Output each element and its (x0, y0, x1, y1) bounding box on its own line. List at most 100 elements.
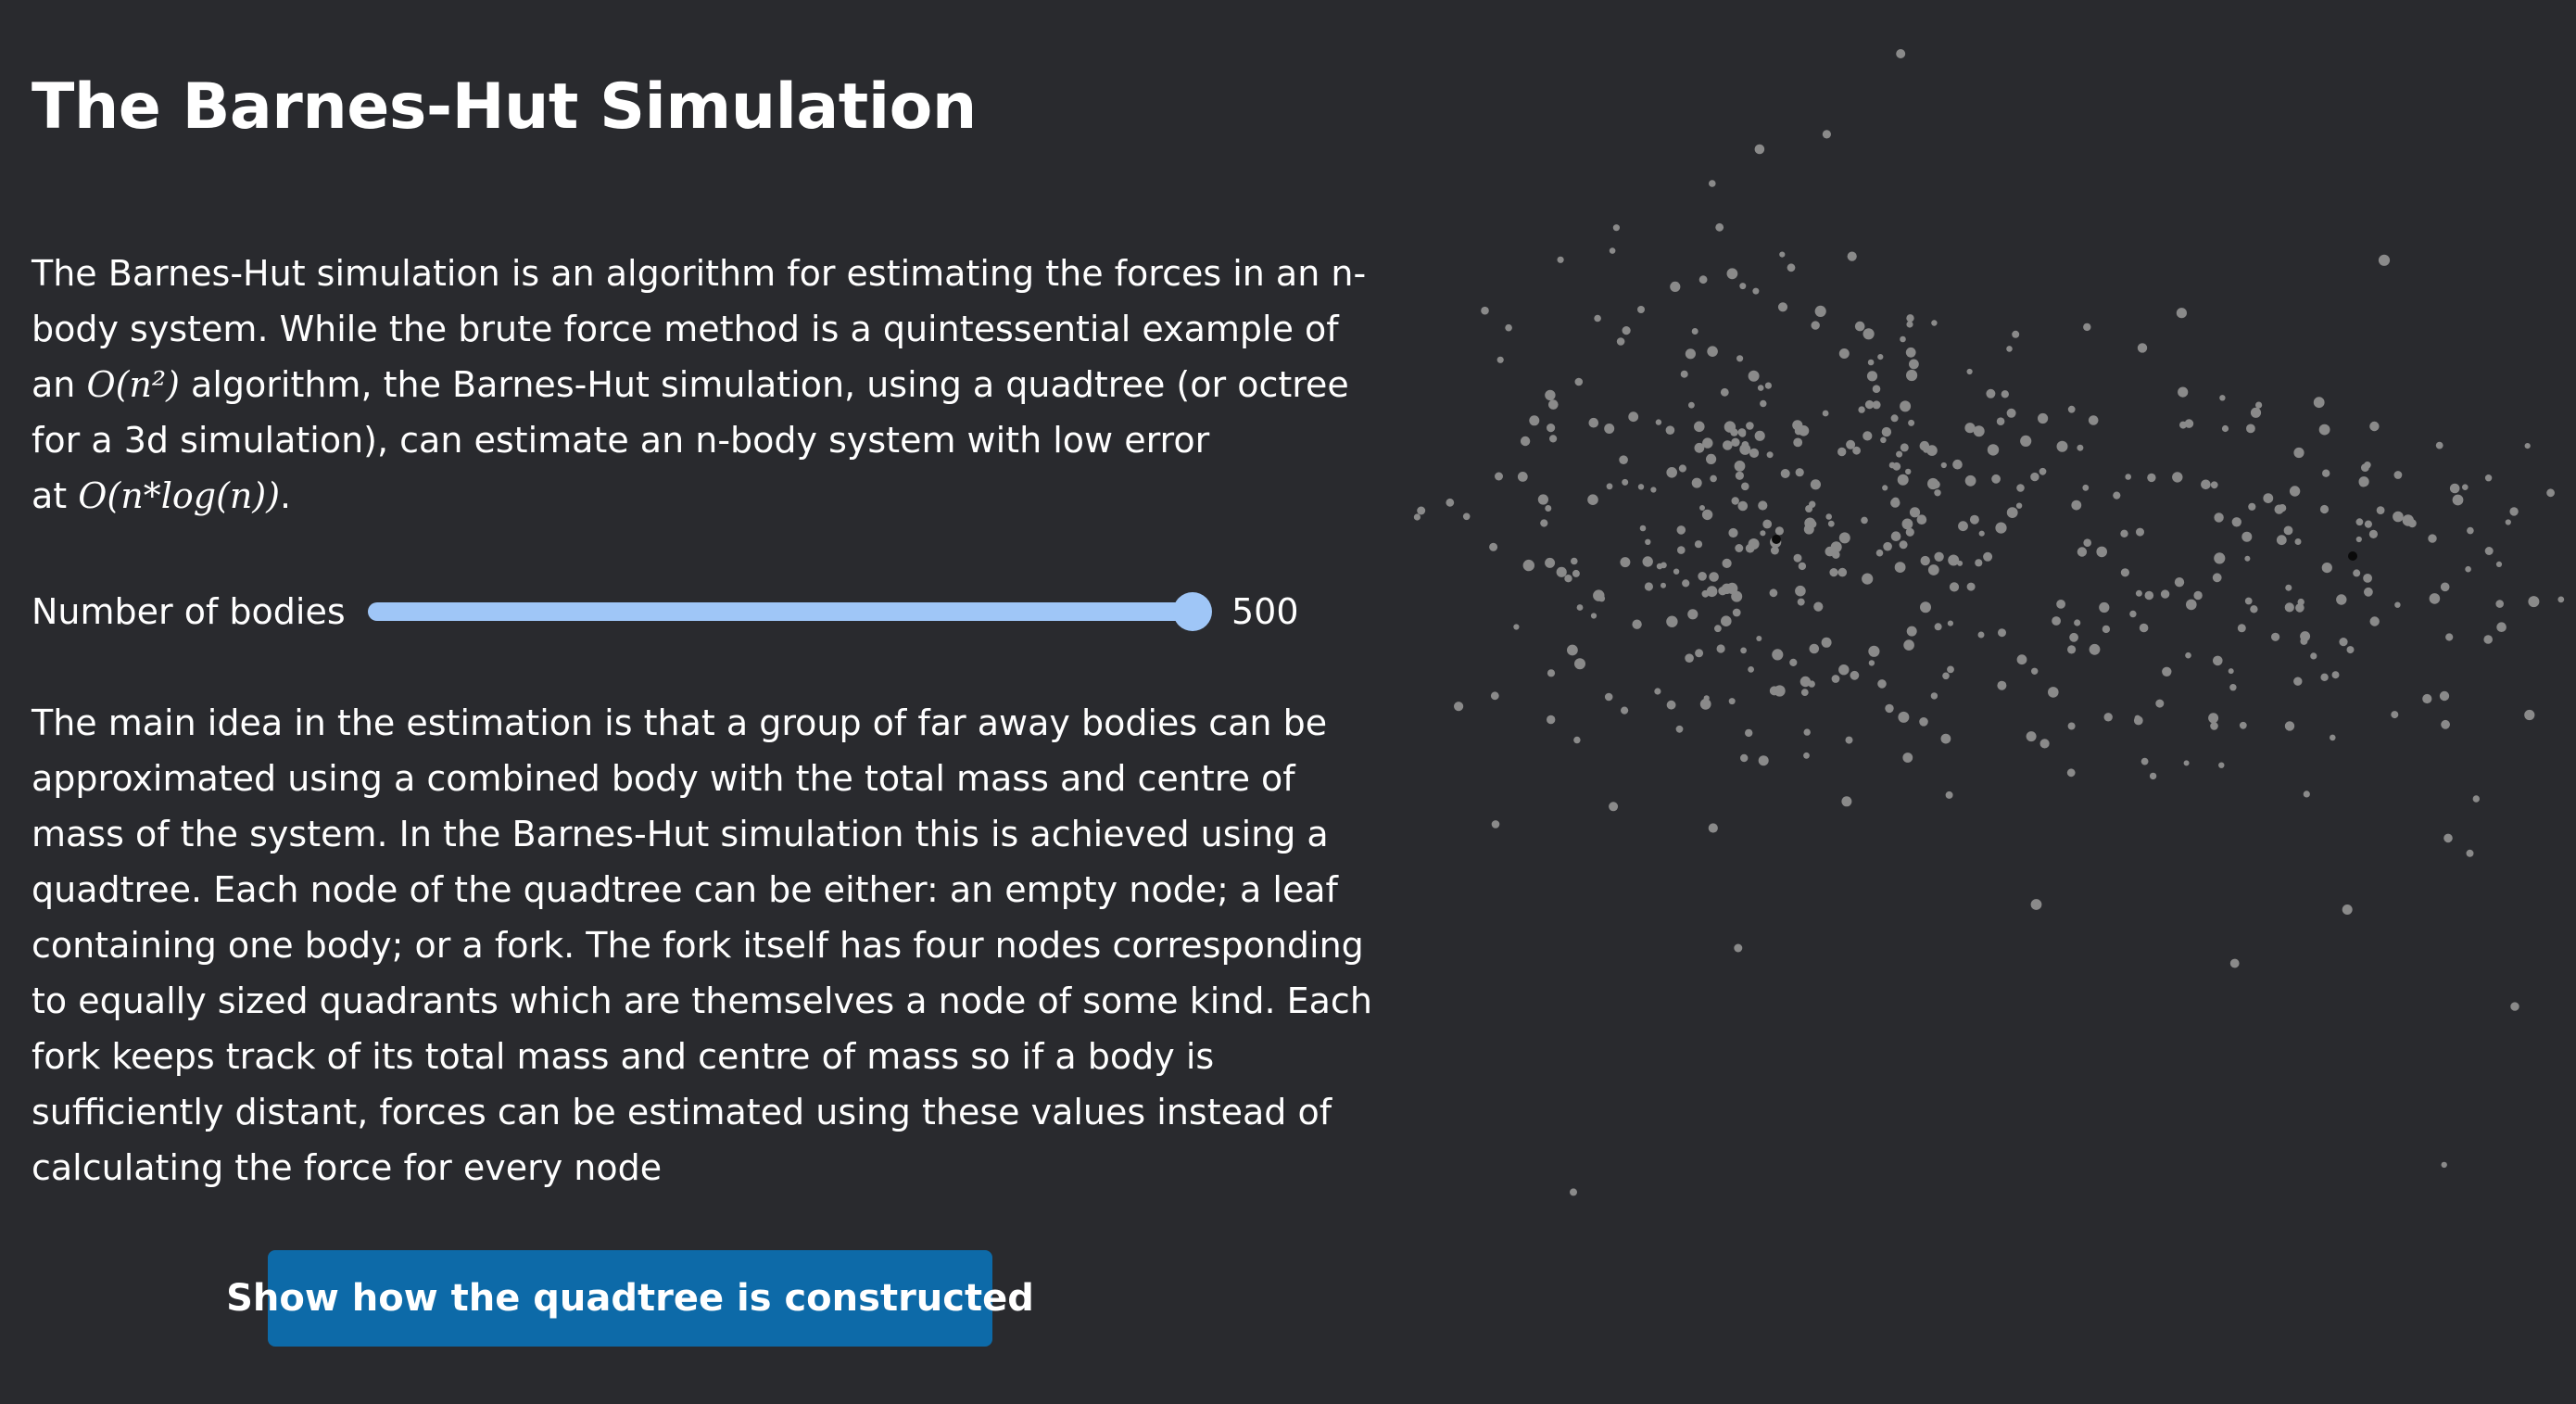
body-particle (2250, 605, 2258, 613)
body-particle (1764, 382, 1772, 389)
body-particle (1446, 498, 1455, 507)
body-particle (1666, 615, 1678, 627)
body-particle (1722, 558, 1732, 569)
body-particle (1931, 320, 1938, 326)
intro-line: body system. While the brute force metho… (32, 309, 1339, 349)
body-particle (1945, 791, 1953, 799)
body-particle (2452, 494, 2464, 506)
body-particle (2067, 645, 2077, 654)
body-particle (1877, 679, 1887, 689)
body-particle (1745, 728, 1753, 738)
body-particle (1612, 224, 1620, 232)
body-particle (1621, 706, 1629, 715)
body-particle (1846, 440, 1852, 447)
body-particle (1691, 477, 1702, 488)
body-particle (2483, 635, 2493, 644)
body-particle (1821, 637, 1832, 648)
body-particle (2255, 401, 2263, 409)
body-particle (2289, 486, 2301, 497)
body-particle (2440, 582, 2450, 592)
body-particle (2557, 596, 2565, 603)
body-particle (1947, 665, 1954, 674)
body-particle (2246, 424, 2255, 434)
body-particle (2310, 652, 2317, 660)
body-particle (2391, 711, 2399, 719)
body-particle (1698, 275, 1708, 285)
body-particle (2472, 795, 2480, 803)
body-particle (2162, 666, 2172, 677)
body-particle (2320, 673, 2329, 681)
body-particle (1496, 356, 1504, 363)
body-particle (1547, 669, 1556, 677)
body-particle (1997, 680, 2007, 690)
body-particle (1774, 526, 1784, 536)
body-particle (1654, 688, 1661, 695)
body-particle (1841, 796, 1852, 807)
body-particle (1919, 717, 1928, 727)
body-particle (1862, 573, 1874, 585)
body-particle (1688, 401, 1695, 409)
body-particle (2096, 546, 2107, 558)
body-particle (2221, 424, 2229, 433)
body-particle (1588, 417, 1599, 428)
body-particle (1714, 625, 1722, 633)
body-particle (1576, 604, 1584, 611)
body-particle (1797, 598, 1805, 606)
body-particle (1666, 467, 1677, 478)
body-particle (2137, 343, 2148, 353)
body-particle (1490, 691, 1499, 701)
body-particle (1940, 733, 1951, 744)
body-particle (1958, 521, 1968, 532)
body-particle (2213, 655, 2223, 666)
body-particle (1949, 582, 1960, 592)
body-particle (2082, 484, 2090, 491)
page-title: The Barnes-Hut Simulation (32, 70, 977, 144)
body-particle (1973, 425, 1985, 437)
simulation-canvas[interactable] (1381, 0, 2576, 1404)
body-particle (1720, 387, 1729, 397)
body-particle (2006, 346, 2013, 352)
body-particle (2015, 502, 2023, 509)
body-particle (1417, 506, 1426, 515)
body-particle (1885, 703, 1894, 714)
body-particle (2358, 478, 2368, 487)
bodies-slider[interactable] (368, 592, 1212, 631)
body-particle (1694, 540, 1703, 549)
body-particle (2048, 687, 2059, 698)
body-particle (1894, 562, 1906, 573)
body-particle (2012, 330, 2020, 338)
body-particle (2212, 573, 2222, 583)
body-particle (2218, 762, 2225, 768)
body-particle (2339, 638, 2348, 647)
body-particle (1557, 256, 1564, 263)
body-particle (1800, 689, 1809, 696)
body-particle (1901, 518, 1913, 530)
body-particle (2149, 772, 2157, 780)
body-particle (2135, 589, 2142, 597)
body-particle (1863, 328, 1875, 340)
body-particle (2139, 623, 2149, 633)
body-particle (1735, 471, 1744, 480)
body-particle (2229, 958, 2240, 968)
body-particle (1745, 543, 1755, 553)
show-quadtree-button[interactable]: Show how the quadtree is constructed (226, 1250, 1034, 1347)
body-particle (1977, 631, 1985, 639)
body-particle (2441, 719, 2450, 729)
body-particle (2056, 600, 2065, 609)
body-particle (2083, 323, 2091, 332)
body-particle (1813, 601, 1824, 612)
body-particle (1825, 513, 1832, 520)
body-particle (2271, 632, 2280, 641)
slider-thumb[interactable] (1173, 592, 1212, 631)
body-particle (1803, 524, 1814, 535)
body-particle (2244, 597, 2253, 605)
body-particle (2229, 684, 2237, 691)
body-particle (1808, 680, 1815, 688)
body-particle (1609, 802, 1619, 812)
explanation-line: sufficiently distant, forces can be esti… (32, 1092, 1332, 1132)
explanation-line: The main idea in the estimation is that … (32, 702, 1328, 743)
body-particle (1730, 428, 1738, 436)
body-particle (1794, 426, 1803, 436)
body-particle (1930, 692, 1938, 700)
body-particle (1620, 557, 1631, 568)
